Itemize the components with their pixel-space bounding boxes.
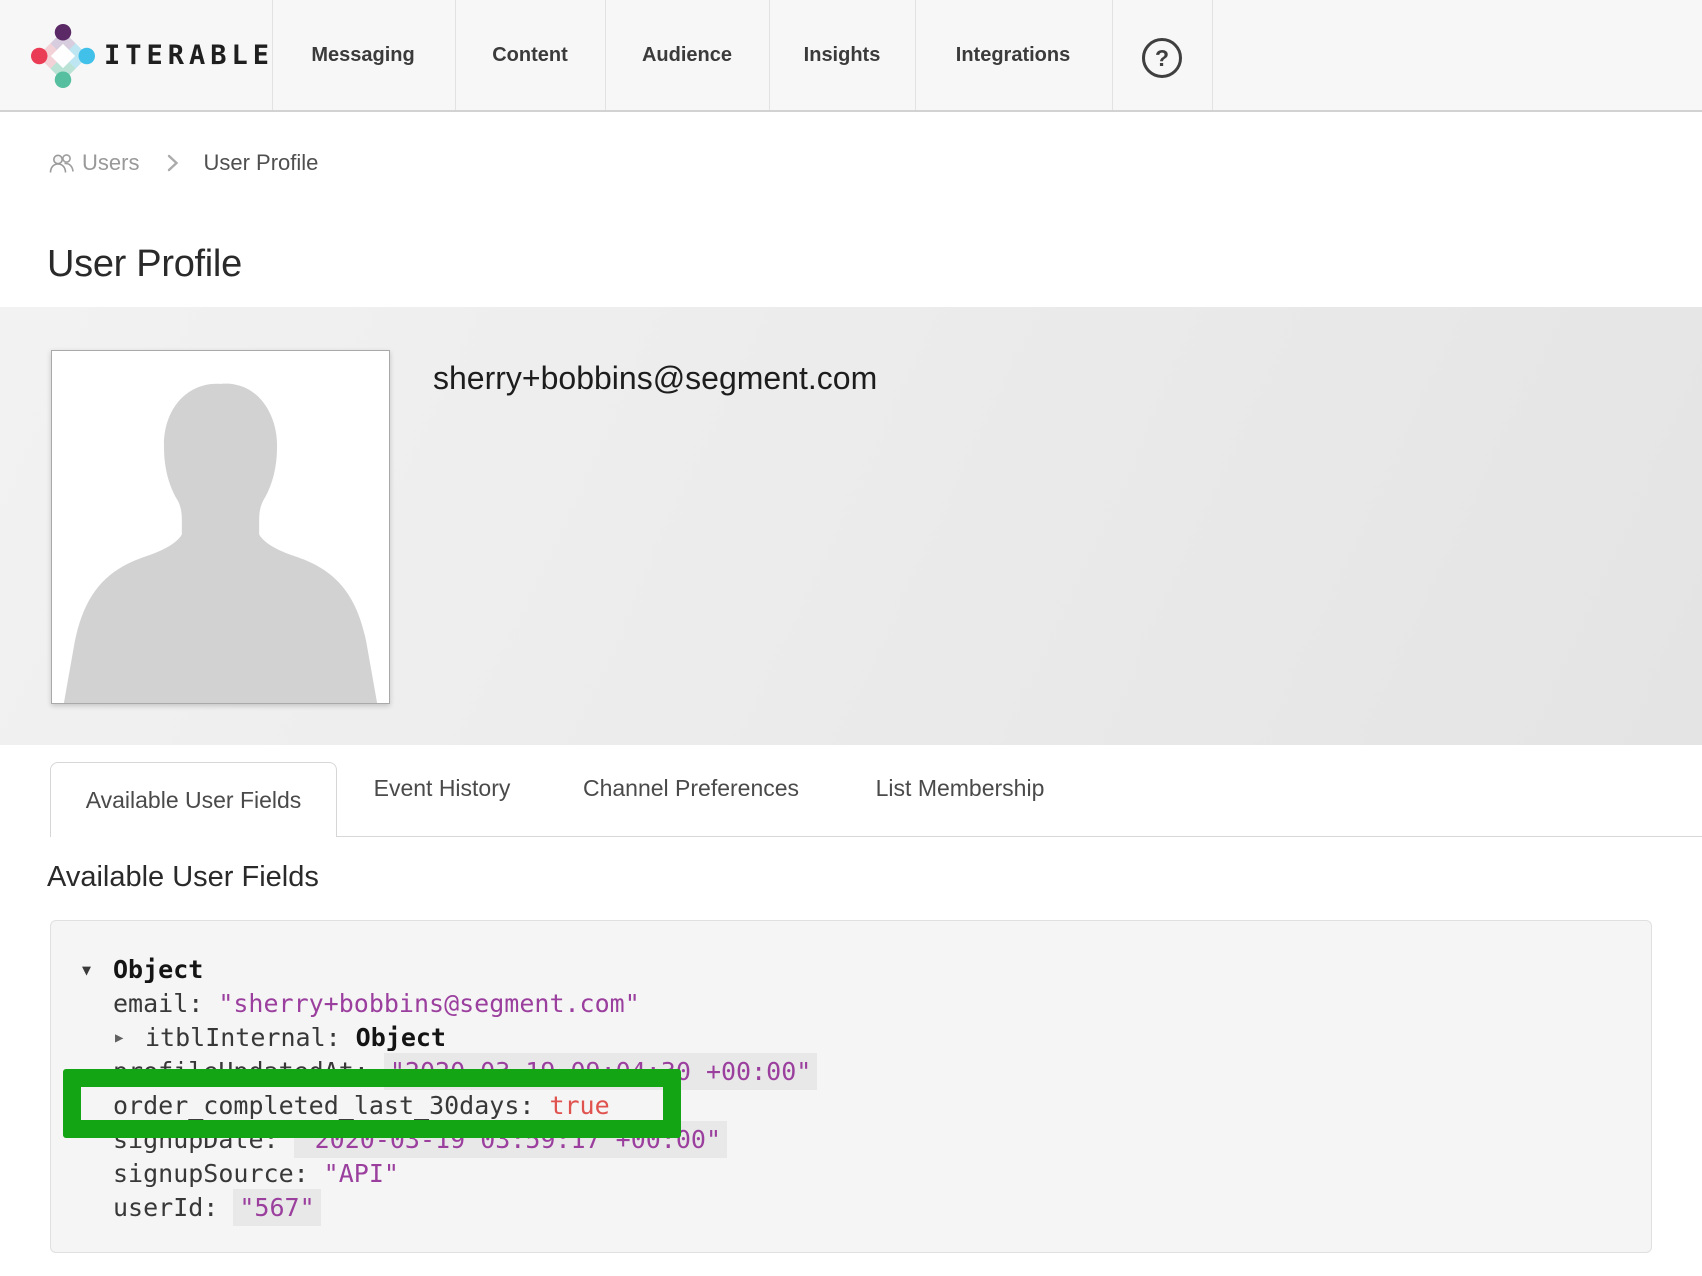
nav-divider bbox=[915, 0, 916, 110]
json-key: signupDate: bbox=[113, 1125, 279, 1154]
tab-event-history[interactable]: Event History bbox=[374, 775, 511, 802]
chevron-right-icon bbox=[167, 154, 179, 172]
section-heading: Available User Fields bbox=[47, 861, 319, 894]
json-root-label: Object bbox=[113, 955, 203, 984]
json-key: order_completed_last_30days: bbox=[113, 1091, 534, 1120]
json-field-row: signupSource: "API" bbox=[51, 1157, 1651, 1191]
json-key: email: bbox=[113, 989, 203, 1018]
tab-list-membership[interactable]: List Membership bbox=[876, 775, 1045, 802]
json-key: profileUpdatedAt: bbox=[113, 1057, 369, 1086]
top-navbar: ITERABLE Messaging Content Audience Insi… bbox=[0, 0, 1702, 112]
nav-divider bbox=[1112, 0, 1113, 110]
nav-divider bbox=[272, 0, 273, 110]
tab-channel-preferences[interactable]: Channel Preferences bbox=[583, 775, 799, 802]
json-value: "567" bbox=[233, 1189, 320, 1226]
page-title: User Profile bbox=[47, 243, 242, 286]
nav-item-messaging[interactable]: Messaging bbox=[311, 0, 414, 110]
json-field-row: userId: "567" bbox=[51, 1191, 1651, 1225]
nav-item-content[interactable]: Content bbox=[492, 0, 568, 110]
avatar bbox=[51, 350, 390, 704]
person-silhouette-icon bbox=[52, 351, 389, 703]
json-key: signupSource: bbox=[113, 1159, 309, 1188]
profile-header-band: sherry+bobbins@segment.com bbox=[0, 307, 1702, 745]
json-key: userId: bbox=[113, 1193, 218, 1222]
brand-wordmark[interactable]: ITERABLE bbox=[104, 0, 274, 110]
json-value: "2020-03-19 09:04:30 +00:00" bbox=[384, 1053, 817, 1090]
users-icon bbox=[48, 150, 76, 176]
json-value: "2020-03-19 03:59:17 +00:00" bbox=[294, 1121, 727, 1158]
json-field-row: signupDate: "2020-03-19 03:59:17 +00:00" bbox=[51, 1123, 1651, 1157]
triangle-down-icon[interactable]: ▼ bbox=[82, 953, 91, 987]
nav-divider bbox=[1212, 0, 1213, 110]
nav-divider bbox=[769, 0, 770, 110]
nav-item-insights[interactable]: Insights bbox=[804, 0, 881, 110]
breadcrumb-users-link[interactable]: Users bbox=[82, 150, 139, 176]
breadcrumb-current: User Profile bbox=[203, 150, 318, 176]
help-circle-icon[interactable]: ? bbox=[1142, 38, 1182, 78]
json-value: true bbox=[549, 1091, 609, 1120]
triangle-right-icon[interactable]: ▶ bbox=[115, 1021, 123, 1055]
json-value: "API" bbox=[324, 1159, 399, 1188]
tab-available-user-fields[interactable]: Available User Fields bbox=[50, 762, 337, 837]
iterable-logo-icon[interactable] bbox=[30, 23, 96, 89]
json-value: Object bbox=[356, 1023, 446, 1052]
nav-item-audience[interactable]: Audience bbox=[642, 0, 732, 110]
json-root-row: ▼ Object bbox=[51, 953, 1651, 987]
nav-item-integrations[interactable]: Integrations bbox=[956, 0, 1070, 110]
json-value: "sherry+bobbins@segment.com" bbox=[218, 989, 639, 1018]
json-field-row: profileUpdatedAt: "2020-03-19 09:04:30 +0… bbox=[51, 1055, 1651, 1089]
profile-email: sherry+bobbins@segment.com bbox=[433, 360, 877, 397]
user-profile-page: ITERABLE Messaging Content Audience Insi… bbox=[0, 0, 1702, 1276]
nav-divider bbox=[455, 0, 456, 110]
json-field-row-order-completed: order_completed_last_30days: true bbox=[51, 1089, 1651, 1123]
breadcrumb: Users User Profile bbox=[48, 148, 318, 178]
json-field-row: ▶ itblInternal: Object bbox=[51, 1021, 1651, 1055]
user-fields-json-panel: ▼ Object email: "sherry+bobbins@segment.c… bbox=[50, 920, 1652, 1253]
json-key: itblInternal: bbox=[145, 1023, 341, 1052]
json-field-row: email: "sherry+bobbins@segment.com" bbox=[51, 987, 1651, 1021]
nav-divider bbox=[605, 0, 606, 110]
